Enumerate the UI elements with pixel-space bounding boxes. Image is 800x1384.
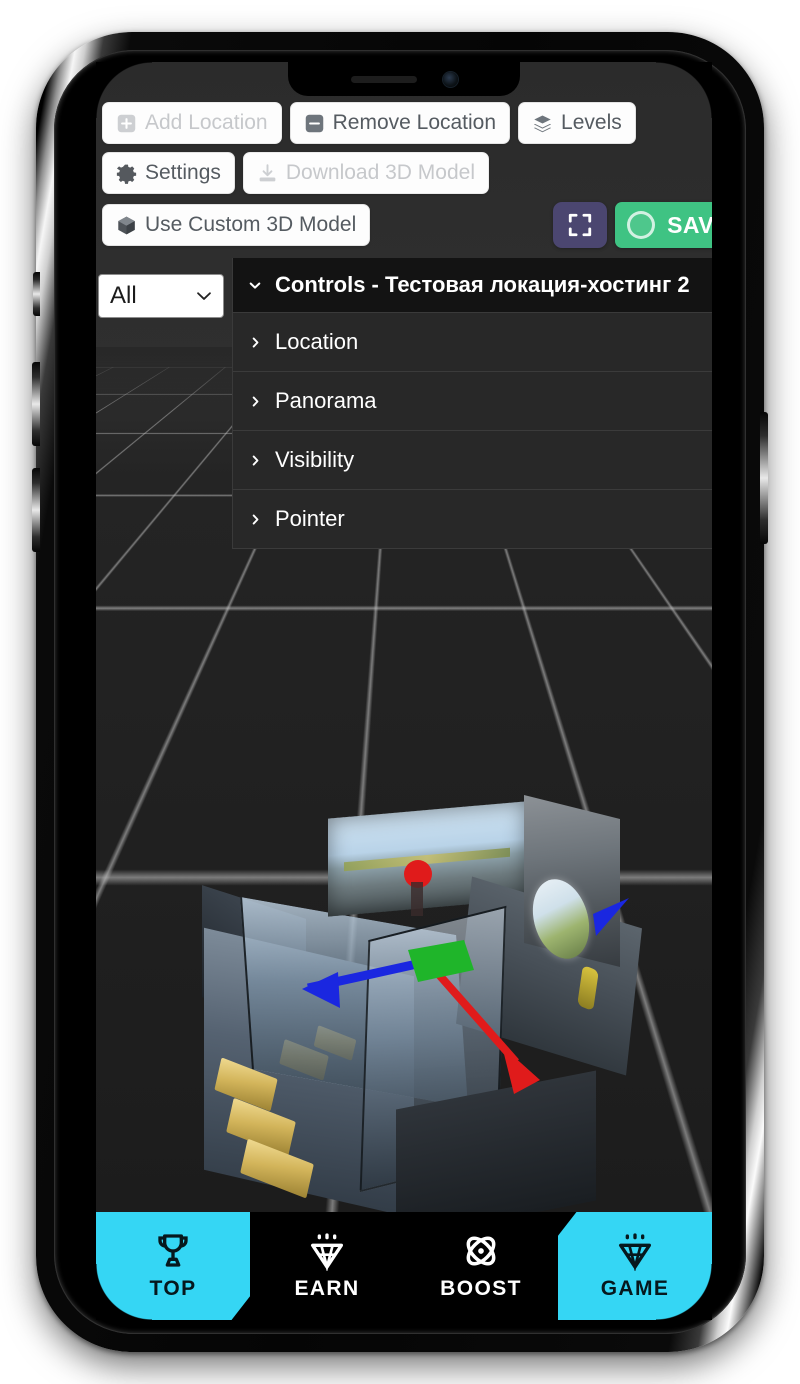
layers-icon — [533, 114, 552, 132]
add-location-button[interactable]: Add Location — [102, 102, 282, 144]
download-icon — [259, 163, 276, 181]
trophy-icon — [158, 1234, 188, 1267]
nav-item-label: EARN — [294, 1277, 360, 1300]
remove-location-button[interactable]: Remove Location — [289, 102, 511, 144]
phone-screen: Add Location Remove Location Levels Sett… — [96, 62, 712, 1320]
fullscreen-button[interactable] — [553, 202, 608, 248]
location-filter-select[interactable]: All — [98, 274, 224, 318]
volume-up-button[interactable] — [32, 362, 40, 446]
chevron-right-icon — [247, 394, 263, 409]
add-location-label: Add Location — [145, 111, 268, 134]
panel-row-label: Location — [275, 329, 359, 354]
save-label: SAVE — [667, 211, 712, 238]
chevron-down-icon — [247, 277, 263, 294]
use-custom-3d-model-button[interactable]: Use Custom 3D Model — [102, 204, 371, 246]
save-button[interactable]: SAVE — [615, 202, 712, 248]
location-filter-value: All — [110, 282, 137, 309]
remove-location-label: Remove Location — [332, 111, 497, 134]
controls-accordion-panel: Controls - Тестовая локация-хостинг 2 Lo… — [232, 258, 712, 549]
toolbar-row-1: Add Location Remove Location Levels — [98, 102, 712, 144]
cube-icon — [118, 216, 135, 234]
bottom-navigation-bar: TOP EARN BOOST GAME — [96, 1212, 712, 1320]
nav-item-label: TOP — [149, 1277, 197, 1300]
toolbar-row-3: Use Custom 3D Model SAVE — [98, 202, 712, 248]
panel-row-label: Pointer — [275, 506, 345, 531]
nav-item-label: BOOST — [440, 1277, 522, 1300]
panel-row-visibility[interactable]: Visibility — [233, 431, 712, 490]
settings-label: Settings — [145, 161, 221, 184]
nav-item-game[interactable]: GAME — [558, 1212, 712, 1320]
controls-panel-title: Controls - Тестовая локация-хостинг 2 — [275, 272, 690, 297]
atom-icon — [466, 1236, 496, 1266]
levels-label: Levels — [561, 111, 622, 134]
front-camera-icon — [442, 71, 458, 87]
device-notch — [288, 62, 520, 96]
download-3d-model-label: Download 3D Model — [285, 161, 475, 184]
panel-row-location[interactable]: Location — [233, 313, 712, 372]
panel-row-label: Panorama — [275, 388, 377, 413]
fullscreen-icon — [568, 213, 592, 237]
chevron-down-icon — [197, 292, 211, 300]
panel-row-panorama[interactable]: Panorama — [233, 372, 712, 431]
diamond-icon — [619, 1233, 651, 1271]
nav-item-label: GAME — [600, 1277, 670, 1300]
settings-button[interactable]: Settings — [102, 152, 235, 194]
levels-button[interactable]: Levels — [518, 102, 636, 144]
chevron-right-icon — [247, 453, 263, 468]
gear-icon — [116, 164, 137, 184]
nav-item-earn[interactable]: EARN — [250, 1212, 404, 1320]
nav-item-top[interactable]: TOP — [96, 1212, 250, 1320]
power-button[interactable] — [760, 412, 768, 544]
editor-toolbar: Add Location Remove Location Levels Sett… — [96, 98, 712, 256]
panel-row-label: Visibility — [275, 447, 355, 472]
toolbar-row-2: Settings Download 3D Model — [98, 152, 712, 194]
use-custom-3d-model-label: Use Custom 3D Model — [145, 213, 357, 236]
chevron-right-icon — [247, 512, 263, 527]
controls-panel-header[interactable]: Controls - Тестовая локация-хостинг 2 — [233, 258, 712, 313]
save-spinner-icon — [627, 211, 656, 239]
plus-square-icon — [117, 114, 136, 132]
volume-down-button[interactable] — [32, 468, 40, 552]
diamond-icon — [311, 1233, 343, 1271]
download-3d-model-button[interactable]: Download 3D Model — [242, 152, 489, 194]
nav-item-boost[interactable]: BOOST — [404, 1212, 558, 1320]
minus-square-icon — [305, 114, 323, 132]
speaker-grille — [350, 75, 417, 83]
chevron-right-icon — [247, 335, 263, 350]
panel-row-pointer[interactable]: Pointer — [233, 490, 712, 549]
silence-switch-button[interactable] — [33, 272, 40, 316]
